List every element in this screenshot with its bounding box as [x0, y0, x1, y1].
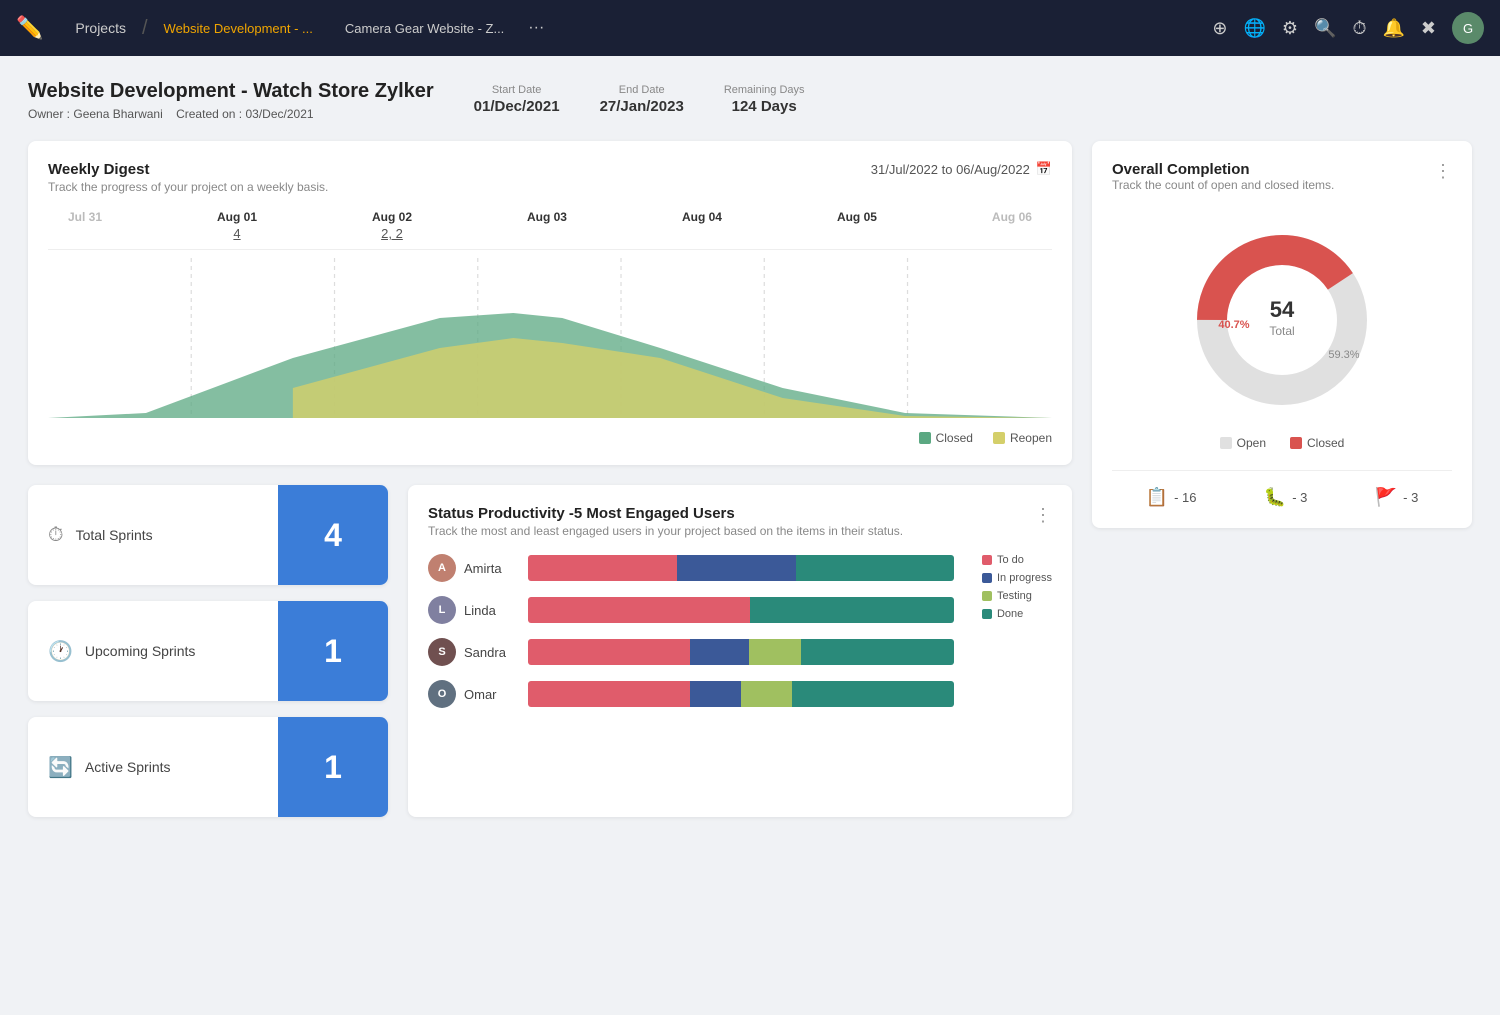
timer-icon[interactable]: ⏱ [1352, 18, 1366, 39]
completion-legend: Open Closed [1112, 436, 1452, 450]
nav-more-button[interactable]: ··· [520, 19, 552, 37]
nav-tab-website-dev[interactable]: Website Development - ... [148, 21, 329, 36]
chart-col-aug01: Aug 01 4 [217, 210, 257, 241]
upcoming-sprints-label: Upcoming Sprints [85, 643, 196, 659]
close-icon[interactable]: ✖ [1421, 18, 1436, 39]
nav-tab-camera-gear[interactable]: Camera Gear Website - Z... [329, 21, 520, 36]
productivity-more-button[interactable]: ⋮ [1034, 505, 1052, 526]
donut-chart: 54 Total 40.7% 59.3% [1112, 220, 1452, 420]
project-dates: Start Date 01/Dec/2021 End Date 27/Jan/2… [474, 84, 805, 115]
completion-card: Overall Completion Track the count of op… [1092, 141, 1472, 528]
end-date: End Date 27/Jan/2023 [600, 84, 684, 115]
active-sprints-icon: 🔄 [48, 755, 73, 780]
avatar-omar: O [428, 680, 456, 708]
project-meta: Owner : Geena Bharwani Created on : 03/D… [28, 107, 434, 121]
legend-todo: To do [997, 554, 1024, 566]
stat-flags: 🚩 - 3 [1375, 487, 1419, 508]
upcoming-sprints-icon: 🕐 [48, 639, 73, 664]
svg-text:54: 54 [1270, 297, 1295, 322]
project-header: Website Development - Watch Store Zylker… [28, 80, 1472, 121]
chart-col-aug03: Aug 03 [527, 210, 567, 241]
user-avatar[interactable]: G [1452, 12, 1484, 44]
settings-icon[interactable]: ⚙ [1282, 18, 1298, 39]
chart-col-aug06: Aug 06 [992, 210, 1032, 241]
weekly-digest-subtitle: Track the progress of your project on a … [48, 180, 328, 194]
productivity-legend: To do In progress Testing [982, 554, 1052, 708]
chart-col-aug02: Aug 02 2, 2 [372, 210, 412, 241]
stat-bugs: 🐛 - 3 [1264, 487, 1308, 508]
topnav: ✏️ Projects / Website Development - ... … [0, 0, 1500, 56]
active-sprints-count[interactable]: 1 [278, 717, 388, 817]
bar-row-sandra: S Sandra [428, 638, 954, 666]
remaining-days: Remaining Days 124 Days [724, 84, 805, 115]
total-sprints-count[interactable]: 4 [278, 485, 388, 585]
page-content: Website Development - Watch Store Zylker… [0, 56, 1500, 861]
bar-row-amirta: A Amirta [428, 554, 954, 582]
user-name-amirta: Amirta [464, 561, 502, 576]
chart-col-jul31: Jul 31 [68, 210, 102, 241]
project-info: Website Development - Watch Store Zylker… [28, 80, 434, 121]
avatar-amirta: A [428, 554, 456, 582]
stat-tasks: 📋 - 16 [1146, 487, 1197, 508]
svg-text:Total: Total [1269, 324, 1294, 338]
legend-closed: Closed [1307, 436, 1344, 450]
user-name-linda: Linda [464, 603, 496, 618]
search-icon[interactable]: 🔍 [1314, 18, 1336, 39]
calendar-icon[interactable]: 📅 [1036, 161, 1052, 177]
logo-icon: ✏️ [16, 15, 43, 41]
completion-stats: 📋 - 16 🐛 - 3 🚩 - 3 [1112, 470, 1452, 508]
nav-right-icons: ⊕ 🌐 ⚙ 🔍 ⏱ 🔔 ✖ G [1212, 12, 1484, 44]
flags-icon: 🚩 [1375, 487, 1397, 508]
sprint-cards: ⏱ Total Sprints 4 🕐 Upcoming Sprints 1 [28, 485, 388, 817]
active-sprints-label: Active Sprints [85, 759, 171, 775]
chart-col-aug05: Aug 05 [837, 210, 877, 241]
upcoming-sprints-count[interactable]: 1 [278, 601, 388, 701]
bottom-section: ⏱ Total Sprints 4 🕐 Upcoming Sprints 1 [28, 485, 1072, 817]
avatar-linda: L [428, 596, 456, 624]
productivity-card: Status Productivity -5 Most Engaged User… [408, 485, 1072, 817]
weekly-chart [48, 258, 1052, 418]
active-sprints-card: 🔄 Active Sprints 1 [28, 717, 388, 817]
legend-open: Open [1237, 436, 1266, 450]
bar-row-linda: L Linda [428, 596, 954, 624]
weekly-digest-daterange: 31/Jul/2022 to 06/Aug/2022 📅 [871, 161, 1052, 177]
nav-projects-label[interactable]: Projects [59, 20, 142, 36]
productivity-subtitle: Track the most and least engaged users i… [428, 524, 903, 538]
legend-reopen-label: Reopen [1010, 431, 1052, 445]
completion-subtitle: Track the count of open and closed items… [1112, 178, 1334, 192]
bar-row-omar: O Omar [428, 680, 954, 708]
total-sprints-icon: ⏱ [48, 524, 64, 547]
user-name-omar: Omar [464, 687, 497, 702]
svg-text:59.3%: 59.3% [1328, 349, 1359, 361]
completion-title: Overall Completion [1112, 161, 1334, 178]
bell-icon[interactable]: 🔔 [1382, 18, 1404, 39]
add-icon[interactable]: ⊕ [1212, 18, 1227, 39]
chart-legend: Closed Reopen [48, 431, 1052, 445]
total-sprints-label: Total Sprints [76, 527, 153, 543]
productivity-title: Status Productivity -5 Most Engaged User… [428, 505, 903, 522]
start-date: Start Date 01/Dec/2021 [474, 84, 560, 115]
bugs-icon: 🐛 [1264, 487, 1286, 508]
globe-icon[interactable]: 🌐 [1243, 18, 1265, 39]
legend-inprogress: In progress [997, 572, 1052, 584]
completion-more-button[interactable]: ⋮ [1434, 161, 1452, 182]
svg-text:40.7%: 40.7% [1218, 319, 1249, 331]
weekly-digest-card: Weekly Digest Track the progress of your… [28, 141, 1072, 465]
legend-testing: Testing [997, 590, 1032, 602]
weekly-digest-title: Weekly Digest [48, 161, 328, 178]
tasks-icon: 📋 [1146, 487, 1168, 508]
avatar-sandra: S [428, 638, 456, 666]
chart-col-aug04: Aug 04 [682, 210, 722, 241]
legend-closed-label: Closed [936, 431, 973, 445]
legend-done: Done [997, 608, 1023, 620]
project-title: Website Development - Watch Store Zylker [28, 80, 434, 103]
productivity-bar-chart: A Amirta [428, 554, 954, 708]
upcoming-sprints-card: 🕐 Upcoming Sprints 1 [28, 601, 388, 701]
total-sprints-card: ⏱ Total Sprints 4 [28, 485, 388, 585]
user-name-sandra: Sandra [464, 645, 506, 660]
